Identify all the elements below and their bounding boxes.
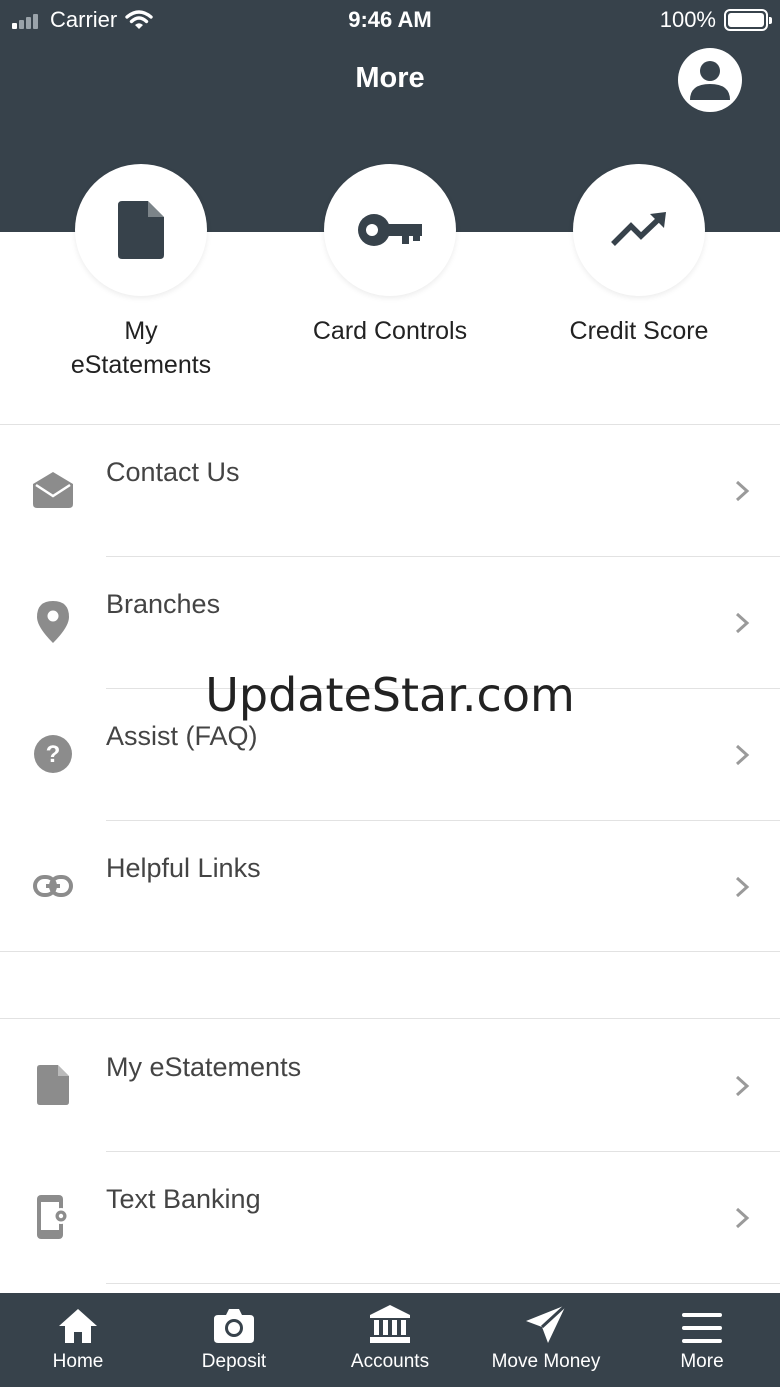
chevron-right-icon [735, 612, 750, 634]
quick-action-circle [324, 164, 456, 296]
menu-item-label: Text Banking [106, 1184, 261, 1214]
quick-action-label: Credit Score [569, 317, 709, 345]
quick-action-circle [75, 164, 207, 296]
help-circle-icon: ? [30, 731, 76, 777]
svg-text:?: ? [46, 741, 61, 768]
trending-up-icon [611, 212, 666, 246]
menu-item-my-estatements[interactable]: My eStatements [0, 1020, 780, 1152]
menu-item-helpful-links[interactable]: Helpful Links [0, 821, 780, 953]
envelope-open-icon [30, 467, 76, 513]
tab-more[interactable]: More [624, 1293, 780, 1387]
tab-label: Accounts [350, 1351, 430, 1372]
profile-button[interactable] [678, 48, 742, 112]
tab-label: Home [52, 1351, 104, 1372]
user-avatar-icon [690, 61, 730, 100]
quick-action-label: My eStatements [70, 317, 212, 379]
bottom-tab-bar: Home Deposit Accounts Move Money More [0, 1293, 780, 1387]
battery-icon [724, 9, 772, 31]
menu-item-label: Helpful Links [106, 853, 261, 883]
document-icon [30, 1062, 76, 1108]
menu-icon [682, 1313, 722, 1343]
menu-item-label: My eStatements [106, 1052, 302, 1082]
chevron-right-icon [735, 1207, 750, 1229]
bank-icon [370, 1305, 410, 1343]
chevron-right-icon [735, 1075, 750, 1097]
section-gap [0, 951, 780, 1019]
tab-move-money[interactable]: Move Money [468, 1293, 624, 1387]
quick-action-estatements[interactable]: My eStatements [16, 164, 266, 382]
tab-accounts[interactable]: Accounts [312, 1293, 468, 1387]
menu-item-label: Contact Us [106, 457, 240, 487]
chevron-right-icon [735, 744, 750, 766]
menu-item-text-banking[interactable]: Text Banking [0, 1152, 780, 1284]
menu-item-label: Branches [106, 589, 221, 619]
quick-action-circle [573, 164, 705, 296]
page-title: More [355, 62, 425, 94]
camera-icon [214, 1309, 254, 1343]
link-icon [30, 863, 76, 909]
quick-action-card-controls[interactable]: Card Controls [265, 164, 515, 348]
chevron-right-icon [735, 876, 750, 898]
quick-action-label: Card Controls [312, 317, 468, 345]
tab-label: Deposit [201, 1351, 267, 1372]
tab-label: More [680, 1351, 724, 1372]
watermark: UpdateStar.com [205, 668, 575, 722]
quick-action-credit-score[interactable]: Credit Score [514, 164, 764, 348]
tab-deposit[interactable]: Deposit [156, 1293, 312, 1387]
home-icon [59, 1309, 97, 1343]
map-pin-icon [30, 599, 76, 645]
status-bar: Carrier 9:46 AM 100% [0, 0, 780, 40]
tab-label: Move Money [491, 1351, 601, 1372]
send-icon [526, 1305, 566, 1343]
menu-item-contact-us[interactable]: Contact Us [0, 425, 780, 557]
battery-percent: 100% [659, 7, 716, 32]
phone-settings-icon [30, 1194, 76, 1240]
key-icon [358, 214, 422, 246]
document-icon [118, 201, 164, 259]
chevron-right-icon [735, 480, 750, 502]
menu-item-label: Assist (FAQ) [106, 721, 258, 751]
tab-home[interactable]: Home [0, 1293, 156, 1387]
